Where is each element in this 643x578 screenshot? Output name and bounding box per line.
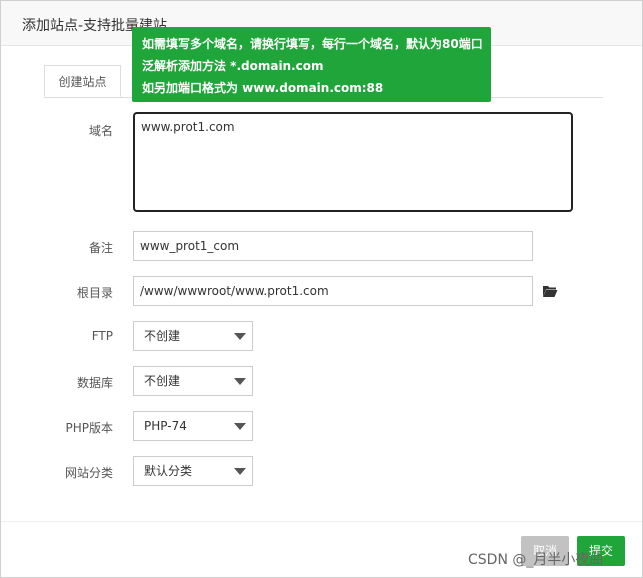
root-dir-input[interactable]: /www/wwwroot/www.prot1.com — [133, 276, 533, 306]
domain-help-tooltip: 如需填写多个域名，请换行填写，每行一个域名，默认为80端口 泛解析添加方法 *.… — [132, 27, 491, 102]
site-category-select-value: 默认分类 — [144, 464, 193, 478]
ftp-select-value: 不创建 — [144, 329, 181, 343]
ftp-select[interactable]: 不创建 — [133, 321, 253, 351]
chevron-down-icon — [234, 423, 246, 430]
database-select-value: 不创建 — [144, 374, 181, 388]
php-version-select[interactable]: PHP-74 — [133, 411, 253, 441]
tab-create-site[interactable]: 创建站点 — [44, 65, 121, 97]
watermark: CSDN @_月半小夜曲 — [468, 552, 604, 568]
chevron-down-icon — [234, 333, 246, 340]
root-dir-label: 根目录 — [76, 286, 113, 300]
php-version-select-value: PHP-74 — [144, 419, 187, 433]
tooltip-line: 如另加端口格式为 www.domain.com:88 — [142, 81, 384, 95]
database-label: 数据库 — [76, 376, 113, 390]
add-site-dialog: 添加站点-支持批量建站 如需填写多个域名，请换行填写，每行一个域名，默认为80端… — [0, 0, 643, 578]
tooltip-line: 如需填写多个域名，请换行填写，每行一个域名，默认为80端口 — [142, 37, 483, 51]
ftp-label: FTP — [91, 329, 113, 343]
tooltip-line: 泛解析添加方法 *.domain.com — [142, 59, 324, 73]
chevron-down-icon — [234, 378, 246, 385]
site-category-select[interactable]: 默认分类 — [133, 456, 253, 486]
domain-textarea[interactable]: www.prot1.com — [133, 112, 573, 212]
domain-label: 域名 — [88, 124, 113, 138]
remark-label: 备注 — [88, 241, 113, 255]
folder-open-icon[interactable] — [542, 284, 558, 298]
database-select[interactable]: 不创建 — [133, 366, 253, 396]
remark-input[interactable]: www_prot1_com — [133, 231, 533, 261]
chevron-down-icon — [234, 468, 246, 475]
site-category-label: 网站分类 — [64, 466, 113, 480]
php-version-label: PHP版本 — [65, 421, 114, 435]
footer-divider — [1, 521, 642, 522]
